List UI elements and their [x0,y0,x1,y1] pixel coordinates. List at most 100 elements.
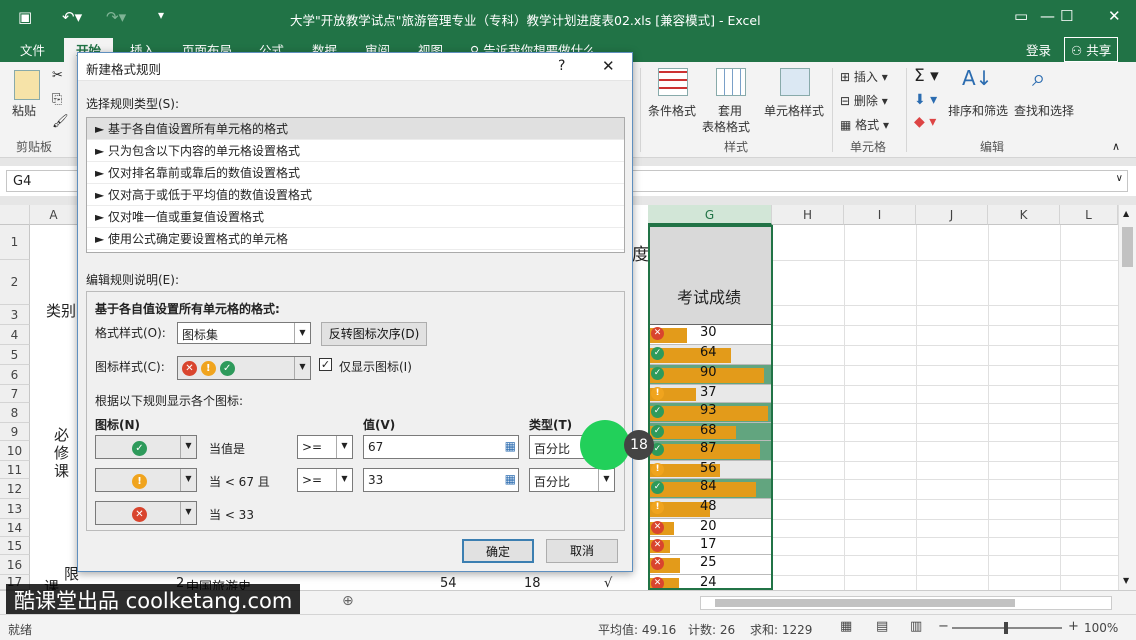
sort-filter-icon[interactable]: A↓ [962,66,992,90]
format-cells-button[interactable]: ▦ 格式 ▾ [840,116,889,133]
icon-select-3[interactable]: ✕ ▼ [95,501,197,525]
row-header[interactable]: 6 [0,365,30,385]
score-cell[interactable]: ✓ 87 [648,441,772,461]
add-sheet-icon[interactable]: ⊕ [342,593,354,609]
row-header[interactable]: 9 [0,423,30,441]
score-cell[interactable]: ✓ 84 [648,479,772,499]
cell-styles-button[interactable]: 单元格样式 [764,102,824,119]
scroll-down-icon[interactable]: ▼ [1123,576,1129,585]
column-header-i[interactable]: I [844,205,916,225]
scroll-up-icon[interactable]: ▲ [1123,209,1129,218]
row-header[interactable]: 11 [0,461,30,479]
row-header[interactable]: 16 [0,555,30,575]
rule-type-item[interactable]: ► 仅对高于或低于平均值的数值设置格式 [87,184,624,206]
score-cell[interactable]: ✕ 24 [648,575,772,590]
value-input-1[interactable]: 67 ▦ [363,435,519,459]
delete-cells-button[interactable]: ⊟ 删除 ▾ [840,92,888,109]
ok-button[interactable]: 确定 [462,539,534,563]
paste-icon[interactable] [14,70,40,100]
fill-icon[interactable]: ⬇ ▾ [914,92,937,108]
row-header[interactable]: 2 [0,260,30,305]
save-icon[interactable]: ▣ [18,8,32,26]
normal-view-icon[interactable]: ▦ [840,619,852,634]
row-header[interactable]: 13 [0,499,30,519]
page-layout-view-icon[interactable]: ▤ [876,619,888,634]
score-cell[interactable]: ✕ 25 [648,555,772,575]
redo-icon[interactable]: ↷▾ [106,8,126,26]
score-cell[interactable]: ! 37 [648,385,772,403]
expand-formula-icon[interactable]: ∨ [1116,173,1123,184]
horizontal-scrollbar[interactable] [700,596,1112,610]
score-cell[interactable]: ✓ 64 [648,345,772,365]
rule-type-item[interactable]: ► 基于各自值设置所有单元格的格式 [87,118,624,140]
select-all-corner[interactable] [0,205,30,225]
row-header[interactable]: 8 [0,403,30,423]
autosum-icon[interactable]: Σ ▾ [914,66,939,86]
format-painter-icon[interactable]: 🖌 [52,114,69,129]
icon-style-select[interactable]: ✕ ! ✓ ▼ [177,356,311,380]
column-header-a[interactable]: A [30,205,78,225]
score-cell[interactable]: ✕ 20 [648,519,772,537]
h-scroll-thumb[interactable] [715,599,1015,607]
rule-type-item[interactable]: ► 仅对唯一值或重复值设置格式 [87,206,624,228]
score-cell[interactable]: ! 48 [648,499,772,519]
row-header[interactable]: 7 [0,385,30,403]
format-as-table-label-1[interactable]: 套用 [718,102,742,119]
row-header[interactable]: 1 [0,225,30,260]
page-break-view-icon[interactable]: ▥ [910,619,922,634]
cell-styles-icon[interactable] [780,68,810,96]
insert-cells-button[interactable]: ⊞ 插入 ▾ [840,68,888,85]
row-header[interactable]: 15 [0,537,30,555]
login-link[interactable]: 登录 [1026,40,1051,59]
column-header-g[interactable]: G [648,205,772,225]
icon-select-1[interactable]: ✓ ▼ [95,435,197,459]
clear-icon[interactable]: ◆ ▾ [914,114,936,130]
icon-select-2[interactable]: ! ▼ [95,468,197,492]
rule-type-item[interactable]: ► 使用公式确定要设置格式的单元格 [87,228,624,250]
cut-icon[interactable]: ✂ [52,68,63,83]
find-select-button[interactable]: 查找和选择 [1014,102,1074,119]
rule-type-item[interactable]: ► 只为包含以下内容的单元格设置格式 [87,140,624,162]
score-cell[interactable]: ✓ 90 [648,365,772,385]
row-header[interactable]: 10 [0,441,30,461]
zoom-level[interactable]: 100% [1084,621,1118,635]
rule-type-item[interactable]: ► 仅对排名靠前或靠后的数值设置格式 [87,162,624,184]
rule-type-list[interactable]: ► 基于各自值设置所有单元格的格式 ► 只为包含以下内容的单元格设置格式 ► 仅对排… [86,117,625,253]
ribbon-display-icon[interactable]: ▭ [1014,7,1028,25]
format-as-table-label-2[interactable]: 表格格式 [702,118,750,135]
help-button[interactable]: ? [558,58,565,74]
vertical-scrollbar[interactable]: ▲ ▼ [1118,205,1136,590]
format-style-select[interactable]: 图标集 ▼ [177,322,311,344]
show-icon-only-checkbox[interactable]: ✓ [319,358,332,371]
share-button[interactable]: ⚇ 共享 [1064,37,1119,62]
reverse-icon-order-button[interactable]: 反转图标次序(D) [321,322,427,346]
scroll-thumb[interactable] [1122,227,1133,267]
find-icon[interactable]: ⌕ [1032,64,1045,92]
row-header[interactable]: 5 [0,345,30,365]
range-picker-icon[interactable]: ▦ [505,439,516,453]
row-header[interactable]: 3 [0,305,30,325]
zoom-out-icon[interactable]: − [938,619,949,634]
row-header[interactable]: 14 [0,519,30,537]
row-header[interactable]: 4 [0,325,30,345]
score-cell[interactable]: ! 56 [648,461,772,479]
row-header[interactable]: 12 [0,479,30,499]
minimize-icon[interactable]: — [1040,7,1055,25]
close-window-icon[interactable]: ✕ [1108,7,1121,25]
column-header-l[interactable]: L [1060,205,1118,225]
column-header-j[interactable]: J [916,205,988,225]
g-header-cell[interactable]: 考试成绩 [648,225,772,325]
column-header-h[interactable]: H [772,205,844,225]
type-select-2[interactable]: 百分比 ▼ [529,468,615,492]
operator-select-2[interactable]: >= ▼ [297,468,353,492]
score-cell[interactable]: ✓ 93 [648,403,772,423]
copy-icon[interactable]: ⎘ [52,92,62,107]
zoom-slider-thumb[interactable] [1004,622,1008,634]
maximize-icon[interactable]: ☐ [1060,7,1073,25]
collapse-ribbon-icon[interactable]: ∧ [1112,140,1120,153]
score-cell[interactable]: ✕ 17 [648,537,772,555]
score-cell[interactable]: ✕ 30 [648,325,772,345]
operator-select-1[interactable]: >= ▼ [297,435,353,459]
customize-qa-icon[interactable]: ▾ [158,8,164,22]
conditional-format-button[interactable]: 条件格式 [648,102,696,119]
